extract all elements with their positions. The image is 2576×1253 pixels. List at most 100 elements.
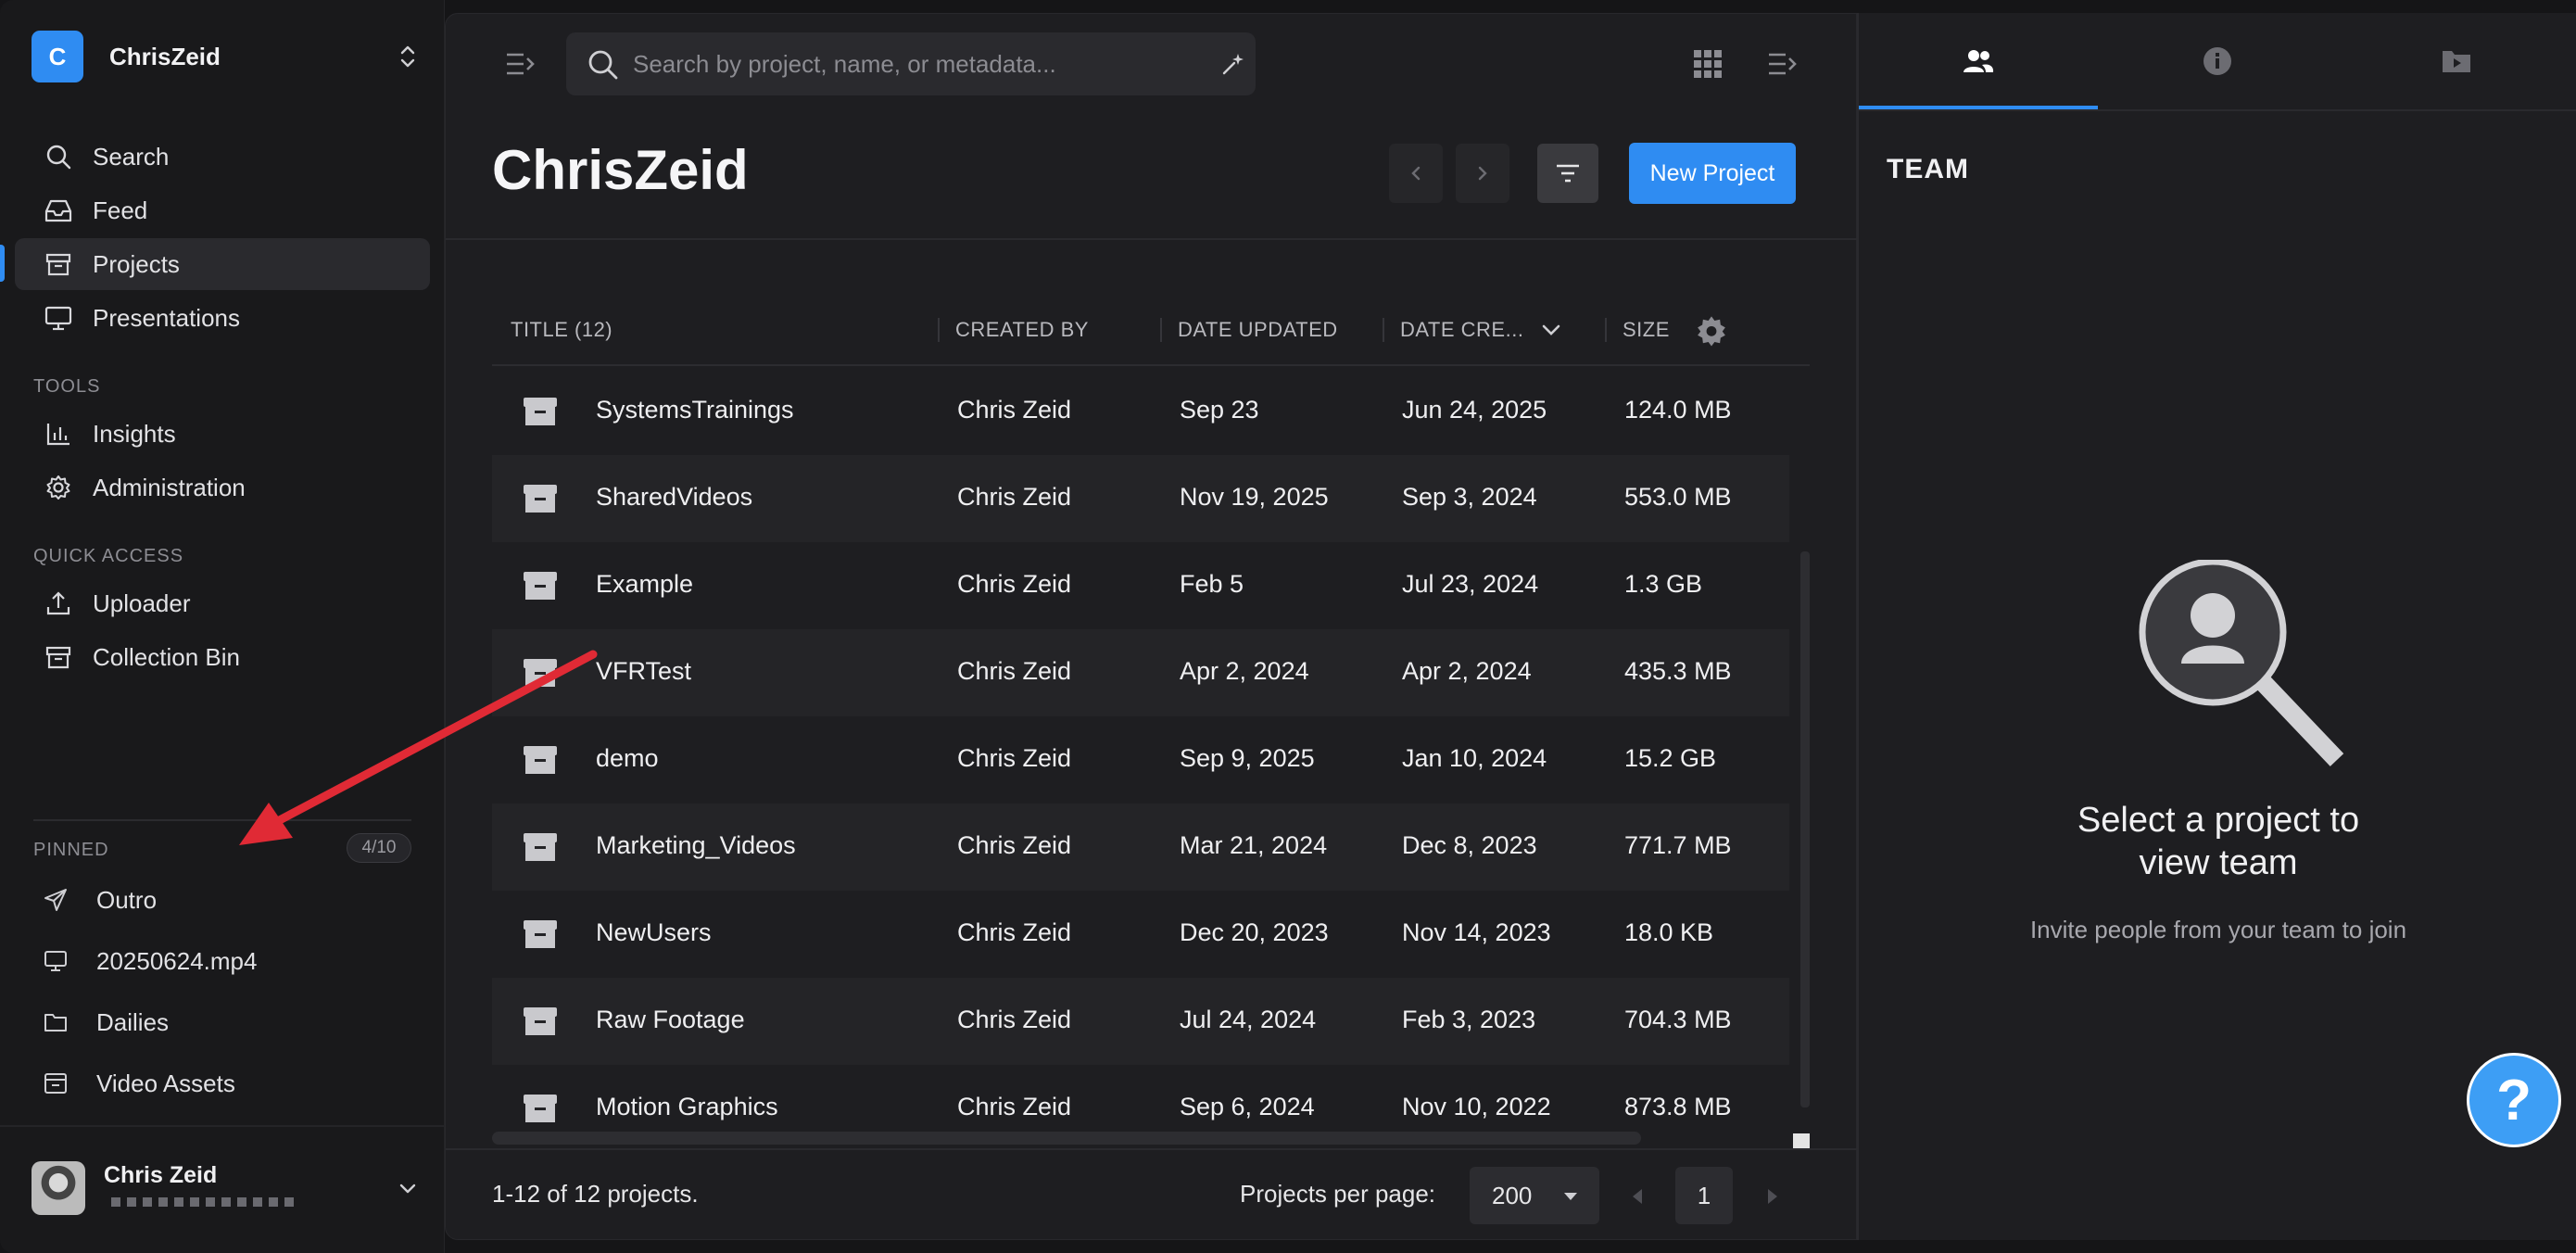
empty-state-title: Select a project to view team [1859,799,2576,884]
next-button[interactable] [1456,144,1509,203]
pinned-count-badge: 4/10 [347,833,411,863]
grid-view-button[interactable] [1687,44,1728,84]
project-folder-icon [524,1007,557,1035]
column-resize-handle[interactable] [1160,318,1162,342]
per-page-select[interactable]: 200 [1470,1167,1599,1224]
table-row[interactable]: VFRTest Chris Zeid Apr 2, 2024 Apr 2, 2024 4… [492,629,1789,716]
collapse-sidebar-button[interactable] [499,44,540,84]
project-folder-icon [524,1095,557,1122]
column-header-title[interactable]: TITLE (12) [511,318,612,342]
search-input[interactable] [633,32,1180,95]
column-resize-handle[interactable] [1605,318,1607,342]
tab-media[interactable] [2337,13,2576,109]
table-row[interactable]: Raw Footage Chris Zeid Jul 24, 2024 Feb 3, … [492,978,1789,1065]
cell-created-by: Chris Zeid [957,657,1072,685]
cell-title: Raw Footage [596,1006,745,1033]
cell-size: 553.0 MB [1624,483,1732,511]
table-row[interactable]: SystemsTrainings Chris Zeid Sep 23 Jun 24, … [492,368,1789,455]
help-button[interactable]: ? [2467,1053,2561,1147]
nav-collection-bin[interactable]: Collection Bin [15,631,430,683]
pagination-current-page[interactable]: 1 [1675,1167,1733,1224]
column-header-date-updated[interactable]: DATE UPDATED [1178,318,1338,342]
nav-presentations[interactable]: Presentations [15,292,430,344]
monitor-icon [41,946,70,976]
info-icon [2203,47,2231,75]
nav-administration[interactable]: Administration [15,462,430,513]
sort-chevron-down-icon[interactable] [1541,323,1561,338]
tab-team[interactable] [1859,13,2098,109]
search-icon [588,50,618,80]
cell-date-updated: Sep 23 [1180,396,1259,424]
user-search-icon [2139,560,2344,766]
nav-uploader-label: Uploader [93,589,191,617]
pinned-item-outro[interactable]: Outro [37,874,426,926]
table-row[interactable]: demo Chris Zeid Sep 9, 2025 Jan 10, 2024 15.… [492,716,1789,804]
toggle-right-panel-button[interactable] [1762,44,1802,84]
project-folder-icon [524,833,557,861]
pinned-item-video-assets[interactable]: Video Assets [37,1057,426,1109]
nav-administration-label: Administration [93,473,246,501]
cell-title: demo [596,744,659,772]
cell-size: 15.2 GB [1624,744,1717,772]
table-row[interactable]: SharedVideos Chris Zeid Nov 19, 2025 Sep 3,… [492,455,1789,542]
search-icon [43,141,74,172]
cell-created-by: Chris Zeid [957,483,1072,511]
empty-state-title-line: view team [2139,843,2298,882]
cell-date-created: Jun 24, 2025 [1402,396,1547,424]
avatar [32,1161,85,1215]
cell-created-by: Chris Zeid [957,831,1072,859]
cell-date-created: Apr 2, 2024 [1402,657,1532,685]
horizontal-scrollbar[interactable] [492,1132,1641,1145]
workspace-switcher[interactable]: C ChrisZeid [32,28,419,85]
pinned-item-20250624[interactable]: 20250624.mp4 [37,935,426,987]
app-window: C ChrisZeid Search Feed Projects Present… [0,0,2576,1253]
cell-date-created: Dec 8, 2023 [1402,831,1537,859]
cell-title: Example [596,570,694,598]
cell-date-created: Nov 14, 2023 [1402,918,1551,946]
pinned-item-label: Outro [96,885,158,914]
monitor-icon [43,302,74,334]
active-nav-marker [0,245,5,282]
cell-date-created: Nov 10, 2022 [1402,1093,1551,1120]
cell-size: 1.3 GB [1624,570,1703,598]
projects-box-icon [43,248,74,280]
nav-projects[interactable]: Projects [15,238,430,290]
nav-feed[interactable]: Feed [15,184,430,236]
ai-search-button[interactable] [1215,45,1252,82]
cell-date-created: Jan 10, 2024 [1402,744,1547,772]
pagination-next-button[interactable] [1754,1178,1791,1215]
column-resize-handle[interactable] [938,318,940,342]
pagination-prev-button[interactable] [1619,1178,1656,1215]
nav-projects-label: Projects [93,249,180,278]
cell-date-created: Jul 23, 2024 [1402,570,1539,598]
nav-search[interactable]: Search [15,131,430,183]
column-header-size[interactable]: SIZE [1623,318,1670,342]
previous-button[interactable] [1389,144,1443,203]
vertical-scrollbar[interactable] [1800,551,1810,1107]
nav-insights[interactable]: Insights [15,408,430,460]
filter-icon [1557,164,1579,183]
cell-title: VFRTest [596,657,692,685]
column-resize-handle[interactable] [1383,318,1384,342]
column-settings-gear-icon[interactable] [1695,314,1728,348]
filter-button[interactable] [1537,144,1598,203]
column-header-created-by[interactable]: CREATED BY [955,318,1089,342]
column-header-date-created[interactable]: DATE CRE... [1400,318,1523,342]
quick-access-section-label: QUICK ACCESS [33,546,184,566]
table-row[interactable]: Marketing_Videos Chris Zeid Mar 21, 2024 De… [492,804,1789,891]
project-box-icon [41,1069,70,1098]
chevron-down-icon [399,1183,416,1194]
pinned-item-dailies[interactable]: Dailies [37,996,426,1048]
project-folder-icon [524,746,557,774]
cell-date-created: Sep 3, 2024 [1402,483,1537,511]
nav-uploader[interactable]: Uploader [15,577,430,629]
new-project-button[interactable]: New Project [1629,143,1796,204]
collapse-left-icon [507,53,535,75]
pinned-divider [33,819,411,821]
user-menu[interactable]: Chris Zeid [32,1158,419,1218]
tab-info[interactable] [2098,13,2337,109]
archive-bin-icon [43,641,74,673]
table-row[interactable]: Example Chris Zeid Feb 5 Jul 23, 2024 1.3 GB [492,542,1789,629]
user-name: Chris Zeid [104,1162,218,1188]
table-row[interactable]: NewUsers Chris Zeid Dec 20, 2023 Nov 14, 20… [492,891,1789,978]
